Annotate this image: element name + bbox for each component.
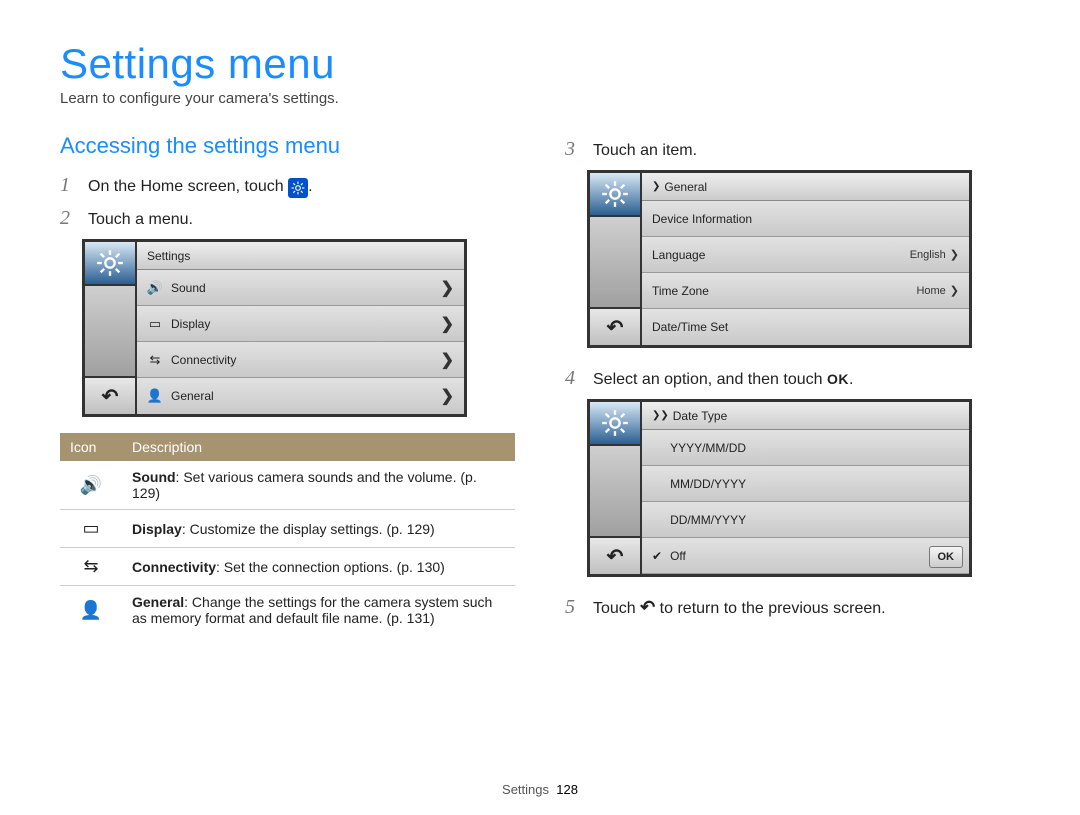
gear-icon[interactable]	[590, 173, 640, 217]
gear-icon[interactable]	[590, 402, 640, 446]
menu-row-language[interactable]: Language English❯	[642, 237, 969, 273]
page-footer: Settings 128	[0, 782, 1080, 797]
table-row: ⇆ Connectivity: Set the connection optio…	[60, 548, 515, 586]
chevron-right-icon: ❯	[441, 314, 454, 334]
chevron-right-icon: ❯	[441, 386, 454, 406]
connectivity-icon: ⇆	[60, 548, 122, 586]
chevron-right-icon: ❯❯	[652, 410, 669, 421]
ok-button[interactable]: OK	[929, 546, 964, 568]
option-ddmmyyyy[interactable]: ✔DD/MM/YYYY	[642, 502, 969, 538]
section-heading: Accessing the settings menu	[60, 133, 515, 159]
menu-row-connectivity[interactable]: ⇆Connectivity ❯	[137, 342, 464, 378]
screen-header: Settings	[137, 242, 464, 270]
step-number: 4	[565, 368, 583, 388]
device-screenshot-settings: ↶ Settings 🔊Sound ❯ ▭Display ❯ ⇆Connecti…	[82, 239, 467, 417]
step-text: Touch ↶ to return to the previous screen…	[593, 597, 886, 618]
step-number: 5	[565, 597, 583, 617]
menu-row-timezone[interactable]: Time Zone Home❯	[642, 273, 969, 309]
step-number: 1	[60, 175, 78, 195]
back-icon: ↶	[640, 597, 655, 617]
chevron-right-icon: ❯	[441, 278, 454, 298]
menu-row-datetime[interactable]: Date/Time Set	[642, 309, 969, 345]
menu-row-display[interactable]: ▭Display ❯	[137, 306, 464, 342]
back-button[interactable]: ↶	[590, 536, 640, 574]
sound-icon: 🔊	[147, 280, 163, 296]
sound-icon: 🔊	[60, 461, 122, 510]
page-subtitle: Learn to configure your camera's setting…	[60, 90, 1020, 107]
gear-icon[interactable]	[85, 242, 135, 286]
step-text: Touch an item.	[593, 142, 697, 160]
chevron-right-icon: ❯	[441, 350, 454, 370]
icon-description-table: Icon Description 🔊 Sound: Set various ca…	[60, 433, 515, 634]
general-icon: 👤	[147, 388, 163, 404]
step-text: Touch a menu.	[88, 211, 193, 229]
chevron-right-icon: ❯	[950, 248, 959, 261]
chevron-right-icon: ❯	[950, 284, 959, 297]
back-button[interactable]: ↶	[85, 376, 135, 414]
screen-header: ❯❯Date Type	[642, 402, 969, 430]
step-number: 3	[565, 139, 583, 159]
page-title: Settings menu	[60, 40, 1020, 88]
table-row: 🔊 Sound: Set various camera sounds and t…	[60, 461, 515, 510]
option-mmddyyyy[interactable]: ✔MM/DD/YYYY	[642, 466, 969, 502]
option-off[interactable]: ✔Off	[642, 538, 969, 574]
ok-icon: OK	[827, 371, 849, 387]
display-icon: ▭	[60, 510, 122, 548]
step-text: On the Home screen, touch .	[88, 178, 313, 198]
screen-header: ❯General	[642, 173, 969, 201]
check-icon: ✔	[652, 549, 662, 563]
device-screenshot-general: ↶ ❯General Device Information Language E…	[587, 170, 972, 348]
step-number: 2	[60, 208, 78, 228]
menu-row-device-info[interactable]: Device Information	[642, 201, 969, 237]
device-screenshot-datetype: ↶ ❯❯Date Type ✔YYYY/MM/DD ✔MM/DD/YYYY ✔D…	[587, 399, 972, 577]
table-row: ▭ Display: Customize the display setting…	[60, 510, 515, 548]
connectivity-icon: ⇆	[147, 352, 163, 368]
menu-row-general[interactable]: 👤General ❯	[137, 378, 464, 414]
th-icon: Icon	[60, 433, 122, 461]
chevron-right-icon: ❯	[652, 181, 660, 192]
option-yyyymmdd[interactable]: ✔YYYY/MM/DD	[642, 430, 969, 466]
back-button[interactable]: ↶	[590, 307, 640, 345]
gear-icon	[288, 178, 308, 198]
table-row: 👤 General: Change the settings for the c…	[60, 586, 515, 635]
step-text: Select an option, and then touch OK.	[593, 371, 853, 389]
display-icon: ▭	[147, 316, 163, 332]
general-icon: 👤	[60, 586, 122, 635]
menu-row-sound[interactable]: 🔊Sound ❯	[137, 270, 464, 306]
th-description: Description	[122, 433, 515, 461]
